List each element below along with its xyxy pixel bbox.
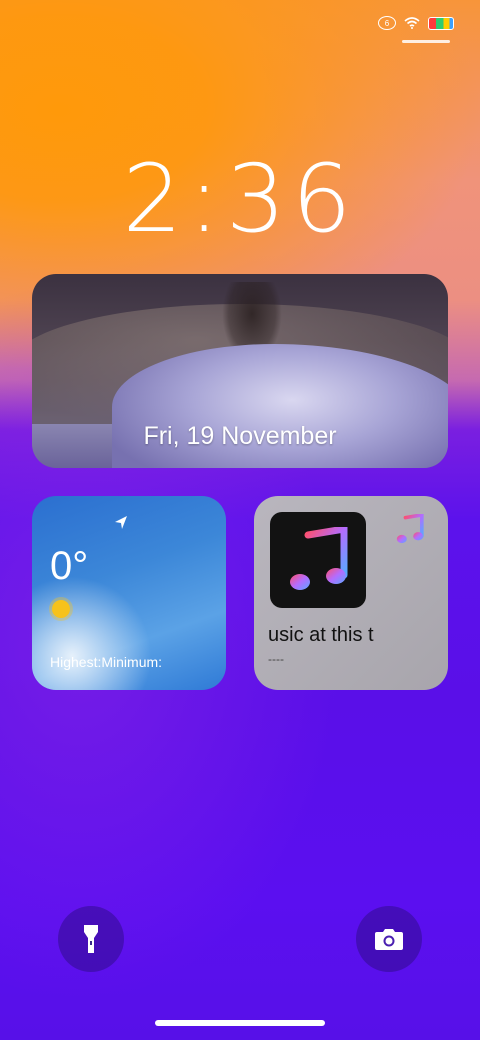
camera-icon — [375, 929, 403, 950]
wifi-icon — [404, 17, 420, 29]
flashlight-icon — [84, 925, 98, 953]
data-signal-icon: 6 — [378, 16, 396, 30]
date-label: Fri, 19 November — [143, 422, 337, 450]
temperature: 0° — [50, 544, 89, 588]
artist-name: ---- — [268, 652, 284, 666]
network-label: 6 — [384, 18, 390, 28]
music-note-icon — [290, 527, 348, 590]
camera-button[interactable] — [356, 906, 422, 972]
date-photo-widget[interactable]: Fri, 19 November — [32, 274, 448, 468]
weather-widget[interactable]: 0° Highest:Minimum: — [32, 496, 226, 690]
home-indicator[interactable] — [155, 1020, 325, 1026]
music-widget[interactable]: usic at this t ---- — [254, 496, 448, 690]
weather-glow — [32, 576, 152, 690]
sun-icon — [52, 600, 70, 618]
apple-music-icon — [396, 514, 424, 544]
clock-time: 2:36 — [122, 145, 358, 254]
notification-handle[interactable] — [402, 40, 450, 43]
song-title: usic at this t — [268, 624, 374, 646]
status-bar: 6 — [378, 16, 454, 30]
high-low-label: Highest:Minimum: — [50, 654, 163, 670]
flashlight-button[interactable] — [58, 906, 124, 972]
album-art — [270, 512, 366, 608]
location-arrow-icon — [115, 516, 127, 529]
battery-icon — [428, 16, 454, 30]
